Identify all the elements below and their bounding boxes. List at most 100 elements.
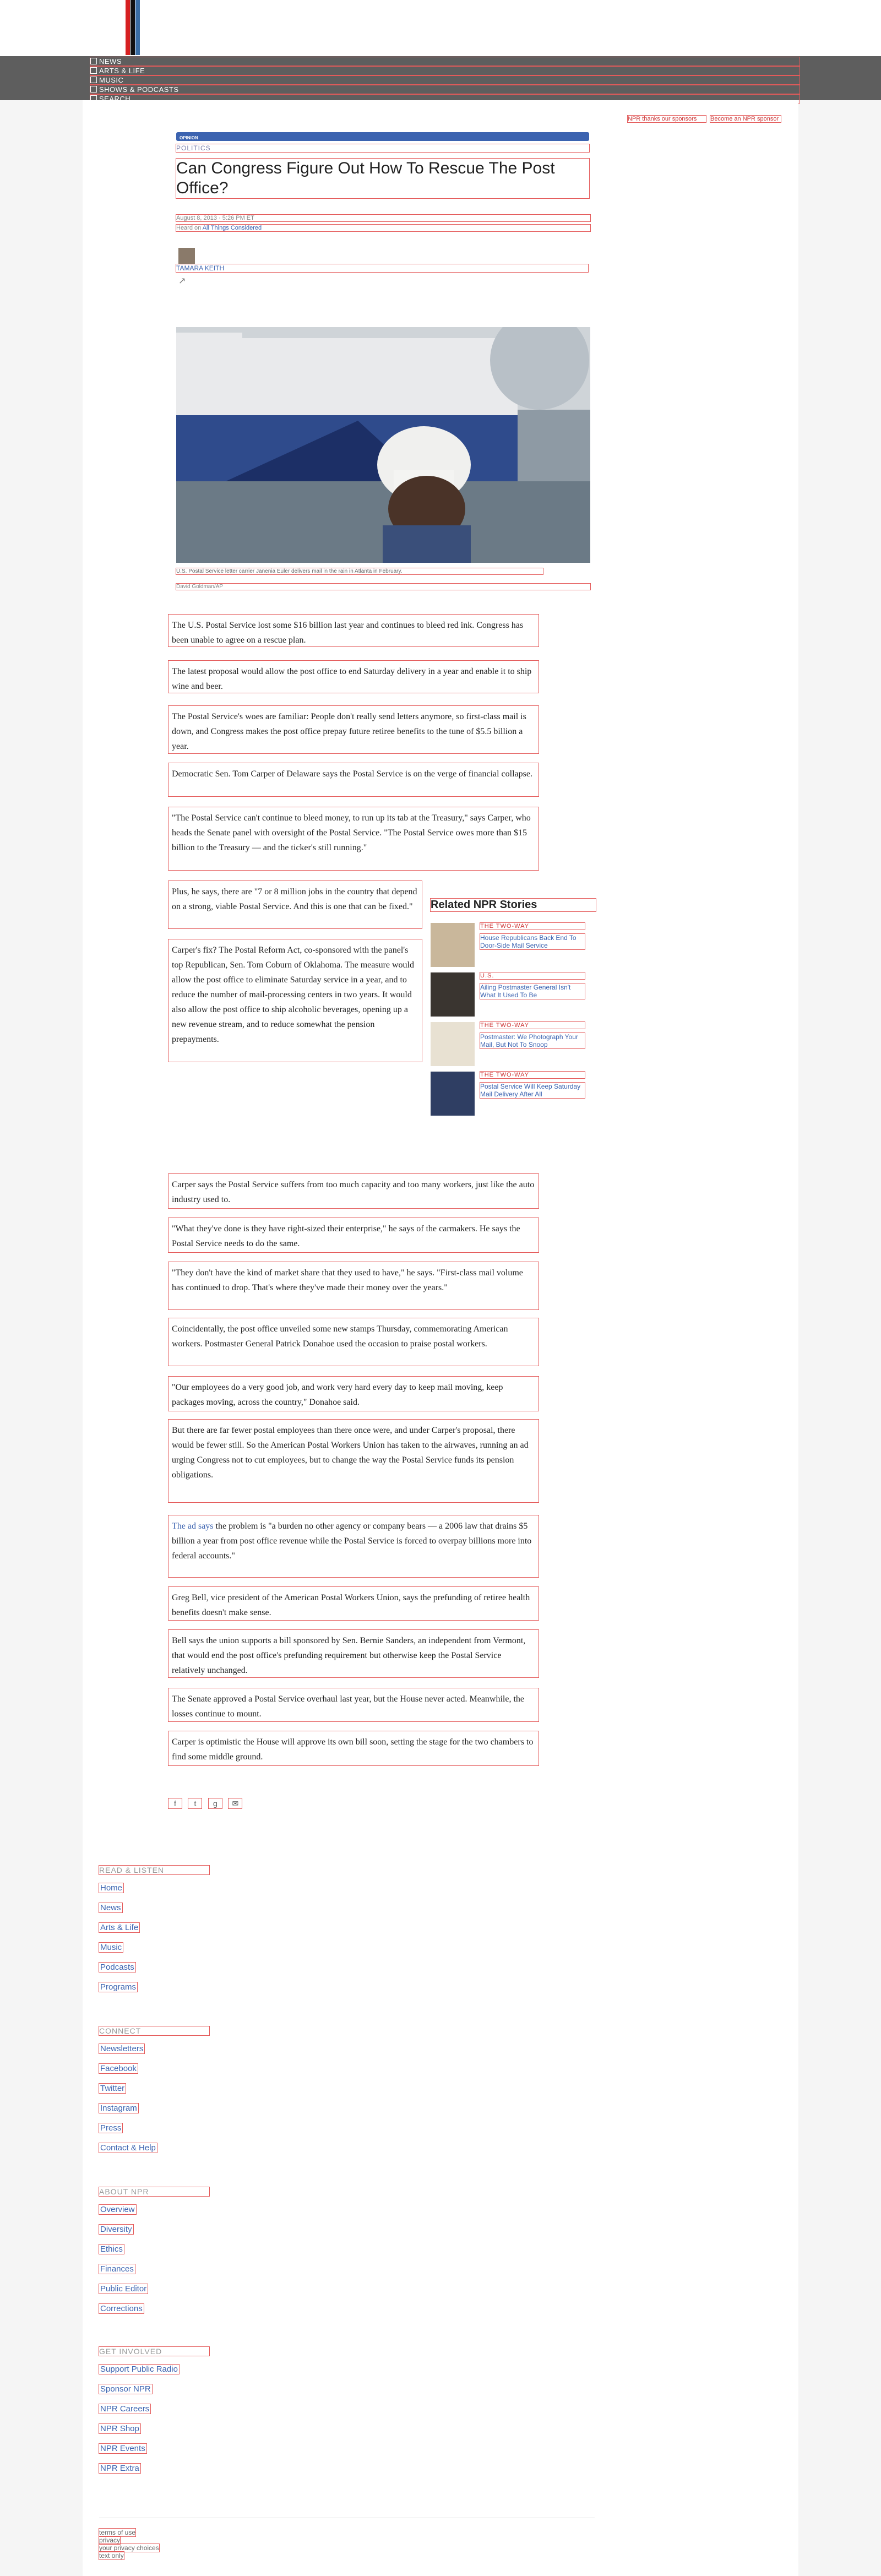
nav-label: NEWS — [99, 57, 122, 66]
footer-link[interactable]: News — [99, 1903, 123, 1913]
nav-item-music[interactable]: MUSIC — [90, 75, 800, 85]
related-thumbnail[interactable] — [431, 972, 475, 1017]
footer-link[interactable]: Newsletters — [98, 2044, 145, 2054]
article-paragraph: The Postal Service's woes are familiar: … — [168, 705, 539, 754]
nav-item-arts[interactable]: ARTS & LIFE — [90, 66, 800, 75]
article-paragraph: The ad says the problem is "a burden no … — [168, 1515, 539, 1578]
article-paragraph: Democratic Sen. Tom Carper of Delaware s… — [168, 763, 539, 797]
legal-link[interactable]: privacy — [98, 2536, 121, 2545]
article-paragraph: The latest proposal would allow the post… — [168, 660, 539, 693]
related-headline[interactable]: Ailing Postmaster General Isn't What It … — [480, 983, 585, 999]
sponsor-thanks-link[interactable]: NPR thanks our sponsors — [627, 115, 706, 123]
legal-link[interactable]: text only — [99, 2551, 124, 2560]
logo-letter-p — [130, 0, 135, 55]
music-icon — [90, 77, 97, 83]
nav-item-shows[interactable]: SHOWS & PODCASTS — [90, 85, 800, 94]
article-title: Can Congress Figure Out How To Rescue Th… — [176, 158, 590, 199]
footer-heading: ABOUT NPR — [99, 2187, 210, 2197]
become-sponsor-link[interactable]: Become an NPR sponsor — [710, 115, 781, 123]
share-icon[interactable]: ↗ — [178, 275, 186, 286]
article-date: August 8, 2013 · 5:26 PM ET — [176, 214, 591, 222]
related-story[interactable]: THE TWO-WAY Postmaster: We Photograph Yo… — [431, 1021, 596, 1066]
footer-link[interactable]: Overview — [99, 2204, 137, 2215]
show-link[interactable]: All Things Considered — [203, 225, 262, 231]
page-content: NPR thanks our sponsors Become an NPR sp… — [83, 100, 798, 2576]
legal-link[interactable]: terms of use — [98, 2528, 137, 2537]
footer-link[interactable]: Ethics — [99, 2244, 124, 2254]
npr-logo[interactable] — [126, 0, 140, 55]
article-paragraph: Coincidentally, the post office unveiled… — [168, 1318, 539, 1366]
article-paragraph: Carper is optimistic the House will appr… — [168, 1731, 539, 1766]
site-header — [0, 0, 881, 56]
article-paragraph: Carper says the Postal Service suffers f… — [168, 1173, 539, 1209]
footer-link[interactable]: Arts & Life — [98, 1922, 140, 1933]
footer-link[interactable]: Finances — [99, 2264, 135, 2274]
footer-heading: GET INVOLVED — [99, 2346, 210, 2356]
related-headline[interactable]: Postal Service Will Keep Saturday Mail D… — [480, 1082, 585, 1099]
article-paragraph: "Our employees do a very good job, and w… — [168, 1376, 539, 1411]
footer-link[interactable]: NPR Events — [99, 2443, 147, 2454]
podcast-icon — [90, 86, 97, 93]
related-headline[interactable]: House Republicans Back End To Door-Side … — [480, 933, 585, 950]
nav-label: ARTS & LIFE — [99, 67, 145, 75]
footer-link[interactable]: NPR Extra — [99, 2463, 141, 2474]
footer-link[interactable]: Contact & Help — [99, 2143, 157, 2153]
article-paragraph: Carper's fix? The Postal Reform Act, co-… — [168, 939, 422, 1062]
footer-link[interactable]: Press — [98, 2123, 123, 2133]
article-tag: OPINION — [176, 132, 589, 141]
logo-letter-n — [126, 0, 130, 55]
footer-link[interactable]: Support Public Radio — [99, 2364, 180, 2374]
footer-link[interactable]: NPR Careers — [98, 2404, 151, 2414]
footer-link[interactable]: Public Editor — [98, 2284, 149, 2294]
related-story[interactable]: THE TWO-WAY House Republicans Back End T… — [431, 922, 596, 967]
related-thumbnail[interactable] — [431, 1022, 475, 1066]
related-title: Related NPR Stories — [430, 898, 596, 912]
related-stories: Related NPR Stories THE TWO-WAY House Re… — [430, 898, 596, 1116]
footer-link[interactable]: Programs — [98, 1982, 138, 1992]
share-bar: f t g ✉ — [168, 1798, 273, 1811]
footer-link[interactable]: Instagram — [99, 2103, 139, 2113]
twitter-icon[interactable]: t — [188, 1798, 203, 1809]
article-photo — [176, 327, 590, 563]
article-paragraph: Greg Bell, vice president of the America… — [168, 1586, 539, 1621]
main-nav: NEWS ARTS & LIFE MUSIC SHOWS & PODCASTS … — [0, 56, 881, 104]
footer-link[interactable]: Facebook — [99, 2063, 138, 2074]
article-paragraph: "The Postal Service can't continue to bl… — [168, 807, 539, 871]
related-kicker[interactable]: THE TWO-WAY — [480, 1021, 585, 1029]
related-headline[interactable]: Postmaster: We Photograph Your Mail, But… — [480, 1032, 585, 1049]
footer-link[interactable]: Diversity — [99, 2224, 134, 2235]
related-kicker[interactable]: THE TWO-WAY — [480, 1071, 585, 1079]
related-thumbnail[interactable] — [431, 923, 475, 967]
footer-link[interactable]: NPR Shop — [99, 2423, 141, 2434]
footer-heading: CONNECT — [99, 2026, 210, 2036]
heard-on: Heard on All Things Considered — [176, 224, 591, 232]
email-icon[interactable]: ✉ — [228, 1798, 243, 1809]
article-section[interactable]: POLITICS — [176, 144, 590, 153]
related-kicker[interactable]: U.S. — [480, 972, 585, 980]
news-icon — [90, 58, 97, 64]
footer-link[interactable]: Corrections — [99, 2303, 144, 2314]
heard-prefix: Heard on — [176, 225, 203, 231]
article-paragraph: The Senate approved a Postal Service ove… — [168, 1688, 539, 1722]
facebook-icon[interactable]: f — [168, 1798, 182, 1809]
flipboard-icon[interactable]: g — [208, 1798, 222, 1809]
footer-link[interactable]: Sponsor NPR — [99, 2384, 153, 2394]
related-story[interactable]: U.S. Ailing Postmaster General Isn't Wha… — [431, 972, 596, 1017]
legal-link[interactable]: your privacy choices — [99, 2544, 160, 2552]
ad-link[interactable]: The ad says — [172, 1521, 214, 1531]
footer-link[interactable]: Home — [98, 1883, 124, 1893]
nav-label: SHOWS & PODCASTS — [99, 85, 179, 94]
nav-item-news[interactable]: NEWS — [90, 57, 800, 66]
article-paragraph: But there are far fewer postal employees… — [168, 1419, 539, 1503]
author-avatar[interactable] — [178, 248, 195, 264]
footer-link[interactable]: Twitter — [98, 2083, 127, 2094]
related-thumbnail[interactable] — [431, 1072, 475, 1116]
tag-label: OPINION — [180, 135, 198, 140]
related-kicker[interactable]: THE TWO-WAY — [480, 922, 585, 930]
footer-link[interactable]: Music — [98, 1942, 124, 1953]
author-byline[interactable]: TAMARA KEITH — [176, 264, 589, 273]
footer-heading: READ & LISTEN — [99, 1865, 210, 1875]
related-story[interactable]: THE TWO-WAY Postal Service Will Keep Sat… — [431, 1071, 596, 1116]
footer-link[interactable]: Podcasts — [99, 1962, 136, 1972]
nav-label: MUSIC — [99, 76, 124, 84]
